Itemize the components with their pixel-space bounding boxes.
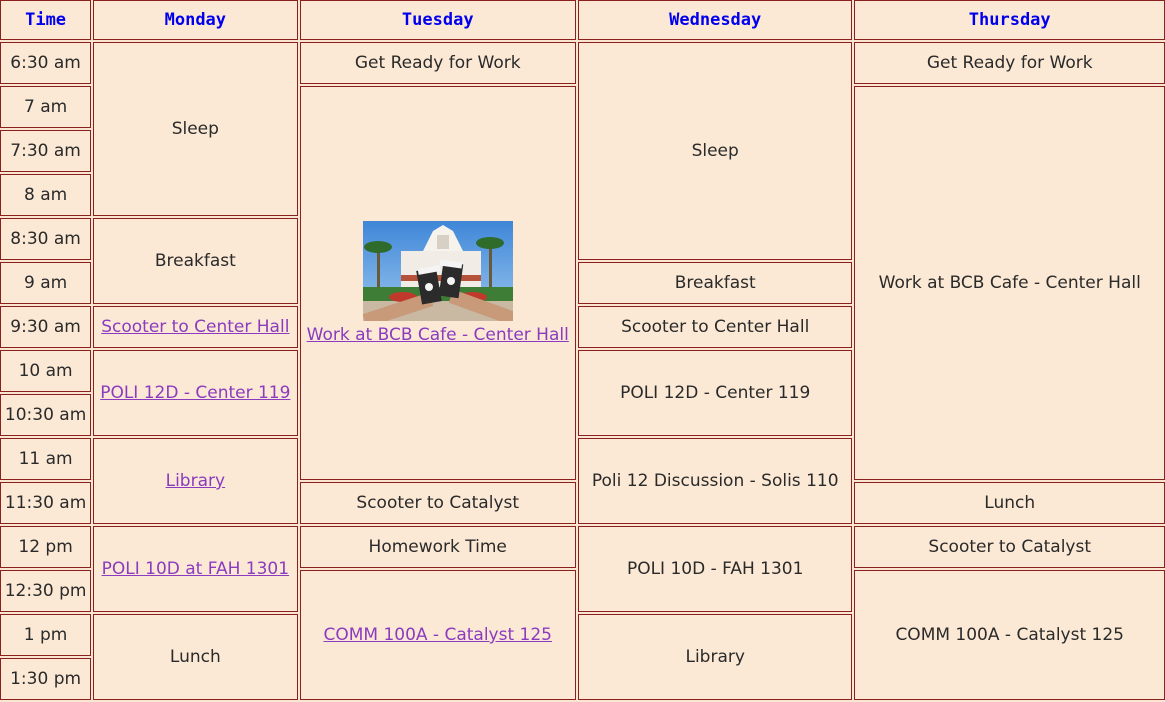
monday-poli10d-link[interactable]: POLI 10D at FAH 1301 <box>102 559 289 579</box>
time-cell: 10:30 am <box>0 394 92 436</box>
tuesday-work: Work at BCB Cafe - Center Hall <box>299 86 576 480</box>
monday-scooter-link[interactable]: Scooter to Center Hall <box>101 317 289 337</box>
header-wednesday: Wednesday <box>577 0 853 40</box>
tuesday-scooter: Scooter to Catalyst <box>299 482 576 524</box>
monday-poli10d: POLI 10D at FAH 1301 <box>93 526 298 612</box>
tuesday-comm: COMM 100A - Catalyst 125 <box>299 570 576 700</box>
wednesday-breakfast: Breakfast <box>577 262 853 304</box>
wednesday-poli10d: POLI 10D - FAH 1301 <box>577 526 853 612</box>
tuesday-homework: Homework Time <box>299 526 576 568</box>
thursday-scooter: Scooter to Catalyst <box>854 526 1165 568</box>
time-cell: 11 am <box>0 438 92 480</box>
header-tuesday: Tuesday <box>299 0 576 40</box>
time-cell: 7 am <box>0 86 92 128</box>
time-cell: 11:30 am <box>0 482 92 524</box>
time-cell: 10 am <box>0 350 92 392</box>
header-row: Time Monday Tuesday Wednesday Thursday <box>0 0 1165 40</box>
time-cell: 6:30 am <box>0 42 92 84</box>
time-cell: 1 pm <box>0 614 92 656</box>
time-cell: 9 am <box>0 262 92 304</box>
time-cell: 12 pm <box>0 526 92 568</box>
table-row: 12 pm POLI 10D at FAH 1301 Homework Time… <box>0 526 1165 612</box>
header-time: Time <box>0 0 92 40</box>
time-cell: 9:30 am <box>0 306 92 348</box>
monday-sleep: Sleep <box>93 42 298 216</box>
monday-lunch: Lunch <box>93 614 298 700</box>
table-row: 6:30 am Sleep Get Ready for Work Sleep G… <box>0 42 1165 260</box>
wednesday-discussion: Poli 12 Discussion - Solis 110 <box>577 438 853 524</box>
monday-breakfast: Breakfast <box>93 218 298 304</box>
thursday-work: Work at BCB Cafe - Center Hall <box>854 86 1165 480</box>
monday-library: Library <box>93 438 298 524</box>
wednesday-library: Library <box>577 614 853 700</box>
header-monday: Monday <box>93 0 298 40</box>
wednesday-scooter: Scooter to Center Hall <box>577 306 853 348</box>
coffee-photo <box>362 221 513 321</box>
monday-scooter: Scooter to Center Hall <box>93 306 298 348</box>
time-cell: 1:30 pm <box>0 658 92 700</box>
schedule-table: Time Monday Tuesday Wednesday Thursday 6… <box>0 0 1165 702</box>
thursday-lunch: Lunch <box>854 482 1165 524</box>
monday-library-link[interactable]: Library <box>166 471 225 491</box>
monday-poli12d: POLI 12D - Center 119 <box>93 350 298 436</box>
time-cell: 8:30 am <box>0 218 92 260</box>
wednesday-poli12d: POLI 12D - Center 119 <box>577 350 853 436</box>
tuesday-comm-link[interactable]: COMM 100A - Catalyst 125 <box>323 625 552 645</box>
monday-poli12d-link[interactable]: POLI 12D - Center 119 <box>100 383 290 403</box>
thursday-get-ready: Get Ready for Work <box>854 42 1165 84</box>
time-cell: 7:30 am <box>0 130 92 172</box>
wednesday-sleep: Sleep <box>577 42 853 260</box>
header-thursday: Thursday <box>854 0 1165 40</box>
time-cell: 12:30 pm <box>0 570 92 612</box>
time-cell: 8 am <box>0 174 92 216</box>
tuesday-get-ready: Get Ready for Work <box>299 42 576 84</box>
thursday-comm: COMM 100A - Catalyst 125 <box>854 570 1165 700</box>
tuesday-work-link[interactable]: Work at BCB Cafe - Center Hall <box>307 325 569 345</box>
